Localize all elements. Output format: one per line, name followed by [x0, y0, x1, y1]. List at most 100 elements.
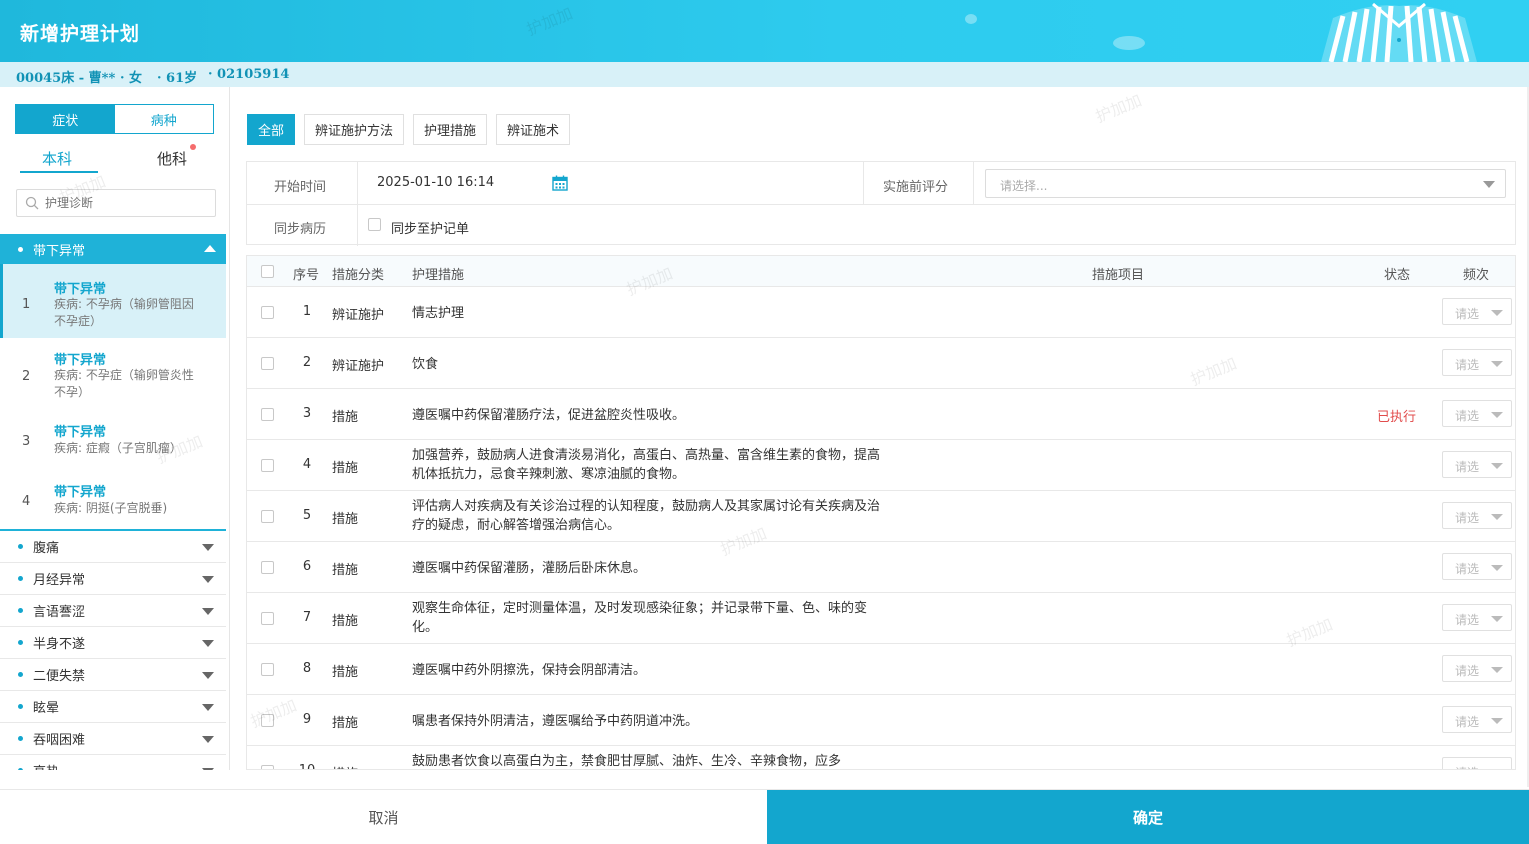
notification-dot [190, 144, 196, 150]
calendar-icon[interactable] [552, 175, 568, 191]
diagnosis-item[interactable]: 3 带下异常 疾病: 症瘕（子宫肌瘤） [0, 410, 226, 474]
sync-nursing-record-checkbox[interactable] [368, 218, 381, 231]
chevron-down-icon[interactable] [202, 608, 214, 615]
measure-filter-tabs: 全部 辨证施护方法 护理措施 辨证施术 [247, 114, 571, 145]
pre-eval-label: 实施前评分 [883, 180, 949, 195]
table-header: 序号 措施分类 护理措施 措施项目 状态 频次 [247, 256, 1515, 287]
chevron-down-icon[interactable] [202, 704, 214, 711]
frequency-select[interactable]: 请选 [1442, 451, 1512, 478]
diagnosis-item[interactable]: 2 带下异常 疾病: 不孕症（输卵管炎性不孕） [0, 338, 226, 410]
chevron-down-icon[interactable] [202, 672, 214, 679]
chevron-up-icon[interactable] [204, 245, 216, 252]
diagnosis-search-input[interactable] [45, 196, 195, 210]
tab-other-department[interactable]: 他科 [157, 148, 187, 169]
table-row: 3 措施 遵医嘱中药保留灌肠疗法，促进盆腔炎性吸收。 已执行 请选 [247, 389, 1515, 440]
chevron-down-icon [1491, 463, 1503, 469]
tab-all[interactable]: 全部 [247, 114, 296, 145]
chevron-down-icon[interactable] [202, 576, 214, 583]
form-row-time: 开始时间 2025-01-10 16:14 实施前评分 请选择... [247, 162, 1515, 205]
category-item[interactable]: 半身不遂 [0, 627, 226, 659]
segment-symptom[interactable]: 症状 [16, 105, 115, 133]
start-time-label: 开始时间 [274, 180, 327, 195]
row-checkbox[interactable] [261, 357, 274, 370]
tab-syndrome-techniques[interactable]: 辨证施术 [496, 114, 571, 145]
dialog-title: 新增护理计划 [20, 23, 141, 45]
group-header-open[interactable]: 带下异常 [0, 234, 226, 264]
category-item[interactable]: 月经异常 [0, 563, 226, 595]
chevron-down-icon [1491, 412, 1503, 418]
nurse-uniform-decoration [1321, 2, 1477, 62]
row-checkbox[interactable] [261, 408, 274, 421]
row-checkbox[interactable] [261, 561, 274, 574]
bubble-decoration [1113, 36, 1145, 50]
cancel-button[interactable]: 取消 [0, 790, 767, 844]
row-checkbox[interactable] [261, 459, 274, 472]
frequency-select[interactable]: 请选 [1442, 502, 1512, 529]
watermark: 护加加 [523, 3, 576, 40]
row-checkbox[interactable] [261, 765, 274, 769]
category-item[interactable]: 眩晕 [0, 691, 226, 723]
category-item[interactable]: 高热 [0, 755, 226, 770]
pre-eval-select[interactable]: 请选择... [985, 169, 1506, 198]
tab-syndrome-nursing[interactable]: 辨证施护方法 [304, 114, 405, 145]
chevron-down-icon [1491, 565, 1503, 571]
table-row: 6 措施 遵医嘱中药保留灌肠，灌肠后卧床休息。 请选 [247, 542, 1515, 593]
plan-form: 开始时间 2025-01-10 16:14 实施前评分 请选择... 同步病历 … [246, 161, 1516, 246]
row-checkbox[interactable] [261, 306, 274, 319]
diagnosis-sidebar: 症状 病种 本科 他科 带下异常 1 带下异常 疾病: 不孕病（输卵管阻因不孕症… [0, 87, 230, 770]
chevron-down-icon[interactable] [202, 736, 214, 743]
frequency-select[interactable]: 请选 [1442, 298, 1512, 325]
table-row: 10 措施 鼓励患者饮食以高蛋白为主，禁食肥甘厚腻、油炸、生冷、辛辣食物，应多 … [247, 746, 1515, 769]
table-row: 2 辨证施护 饮食 请选 [247, 338, 1515, 389]
segment-disease[interactable]: 病种 [114, 105, 213, 133]
status-executed: 已执行 [1377, 410, 1417, 425]
bullet-icon [18, 672, 23, 677]
tab-own-department[interactable]: 本科 [42, 148, 72, 169]
diagnosis-search [16, 189, 216, 217]
frequency-select[interactable]: 请选 [1442, 655, 1512, 682]
frequency-select[interactable]: 请选 [1442, 604, 1512, 631]
chevron-down-icon [1491, 514, 1503, 520]
frequency-select[interactable]: 请选 [1442, 757, 1512, 769]
row-checkbox[interactable] [261, 663, 274, 676]
select-all-checkbox[interactable] [261, 265, 274, 278]
group-label: 带下异常 [33, 243, 86, 259]
table-row: 7 措施 观察生命体征，定时测量体温，及时发现感染征象；并记录带下量、色、味的变… [247, 593, 1515, 644]
symptom-disease-switch: 症状 病种 [15, 104, 214, 134]
confirm-button[interactable]: 确定 [767, 790, 1529, 844]
watermark: 护加加 [1092, 90, 1145, 127]
category-item[interactable]: 腹痛 [0, 531, 226, 563]
chevron-down-icon[interactable] [202, 640, 214, 647]
sync-record-label: 同步病历 [274, 222, 327, 237]
frequency-select[interactable]: 请选 [1442, 400, 1512, 427]
bubble-decoration [965, 14, 977, 24]
start-time-value[interactable]: 2025-01-10 16:14 [377, 175, 494, 190]
diagnosis-item[interactable]: 4 带下异常 疾病: 阴挺(子宫脱垂) [0, 474, 226, 529]
chevron-down-icon [1491, 616, 1503, 622]
frequency-select[interactable]: 请选 [1442, 349, 1512, 376]
category-item[interactable]: 吞咽困难 [0, 723, 226, 755]
chevron-down-icon [1483, 181, 1495, 188]
frequency-select[interactable]: 请选 [1442, 553, 1512, 580]
chevron-down-icon[interactable] [202, 544, 214, 551]
chevron-down-icon[interactable] [202, 768, 214, 770]
table-row: 1 辨证施护 情志护理 请选 [247, 287, 1515, 338]
row-checkbox[interactable] [261, 714, 274, 727]
table-row: 5 措施 评估病人对疾病及有关诊治过程的认知程度，鼓励病人及其家属讨论有关疾病及… [247, 491, 1515, 542]
row-checkbox[interactable] [261, 612, 274, 625]
bullet-icon [18, 640, 23, 645]
dialog-header: 新增护理计划 护加加 [0, 0, 1529, 62]
table-row: 8 措施 遵医嘱中药外阴擦洗，保持会阴部清洁。 请选 [247, 644, 1515, 695]
category-item[interactable]: 言语謇涩 [0, 595, 226, 627]
row-checkbox[interactable] [261, 510, 274, 523]
frequency-select[interactable]: 请选 [1442, 706, 1512, 733]
bullet-icon [18, 246, 23, 252]
patient-id: · 02105914 [208, 67, 290, 82]
bullet-icon [18, 768, 23, 770]
bullet-icon [18, 608, 23, 613]
tab-nursing-measures[interactable]: 护理措施 [413, 114, 488, 145]
patient-bed: 00045床 - 曹** [16, 71, 116, 86]
category-item[interactable]: 二便失禁 [0, 659, 226, 691]
diagnosis-item[interactable]: 1 带下异常 疾病: 不孕病（输卵管阻因不孕症） [0, 264, 226, 338]
bullet-icon [18, 704, 23, 709]
